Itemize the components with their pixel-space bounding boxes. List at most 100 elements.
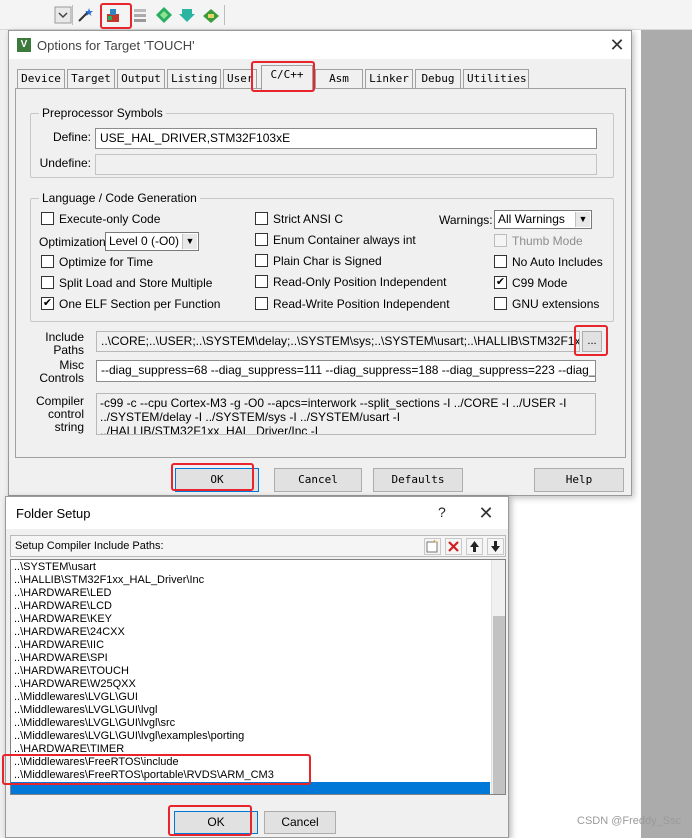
help-button[interactable]: Help [534, 468, 624, 492]
board-icon[interactable] [202, 6, 220, 24]
tab-utilities[interactable]: Utilities [463, 69, 529, 89]
tab-user[interactable]: User [223, 69, 257, 89]
folder-ok-button[interactable]: OK [174, 811, 258, 834]
include-paths-label: Include Paths [45, 330, 84, 357]
options-dialog: V Options for Target 'TOUCH' ✕ Device Ta… [8, 30, 632, 496]
include-paths-list[interactable]: ..\SYSTEM\usart ..\HALLIB\STM32F1xx_HAL_… [10, 559, 506, 795]
tab-output[interactable]: Output [117, 69, 165, 89]
folder-cancel-button[interactable]: Cancel [264, 811, 336, 834]
background-workspace [641, 30, 692, 838]
magic-wand-icon[interactable] [76, 6, 94, 24]
optimization-select[interactable]: Level 0 (-O0) ▼ [105, 232, 199, 251]
tab-listing[interactable]: Listing [167, 69, 221, 89]
tab-c-cpp[interactable]: C/C++ [261, 65, 313, 90]
optimization-value: Level 0 (-O0) [109, 234, 180, 248]
options-dialog-titlebar: V Options for Target 'TOUCH' ✕ [9, 31, 631, 59]
enum-container-checkbox[interactable] [255, 233, 268, 246]
green-diamond-icon[interactable] [155, 6, 173, 24]
split-load-checkbox[interactable] [41, 276, 54, 289]
ro-pi-checkbox[interactable] [255, 275, 268, 288]
keil-app-icon: V [17, 38, 31, 52]
thumb-mode-label: Thumb Mode [512, 234, 583, 248]
options-for-target-icon[interactable] [104, 6, 122, 24]
stack-icon[interactable] [131, 6, 149, 24]
chevron-down-icon: ▼ [182, 234, 197, 249]
no-auto-includes-checkbox[interactable] [494, 255, 507, 268]
warnings-select[interactable]: All Warnings ▼ [494, 210, 592, 229]
include-paths-input[interactable]: ..\CORE;..\USER;..\SYSTEM\delay;..\SYSTE… [96, 331, 580, 352]
include-paths-header-label: Setup Compiler Include Paths: [15, 540, 164, 552]
close-icon[interactable]: ✕ [607, 35, 627, 55]
tab-target[interactable]: Target [67, 69, 115, 89]
c99-mode-checkbox[interactable]: ✔ [494, 276, 507, 289]
gnu-ext-checkbox[interactable] [494, 297, 507, 310]
close-icon[interactable]: ✕ [476, 503, 496, 523]
new-folder-icon[interactable] [424, 538, 441, 555]
list-item[interactable]: ..\HARDWARE\SPI [14, 652, 108, 665]
rw-pi-label: Read-Write Position Independent [273, 297, 450, 311]
list-item[interactable]: ..\Middlewares\LVGL\GUI\lvgl [14, 704, 157, 717]
list-item[interactable]: ..\HARDWARE\IIC [14, 639, 104, 652]
list-item[interactable]: ..\Middlewares\LVGL\GUI\lvgl\src [14, 717, 175, 730]
defaults-button[interactable]: Defaults [373, 468, 463, 492]
list-item[interactable]: ..\HARDWARE\LCD [14, 600, 112, 613]
misc-controls-label: Misc Controls [39, 358, 84, 385]
rw-pi-checkbox[interactable] [255, 297, 268, 310]
list-item[interactable]: ..\HARDWARE\TOUCH [14, 665, 129, 678]
list-item[interactable]: ..\Middlewares\LVGL\GUI\lvgl\examples\po… [14, 730, 244, 743]
gnu-ext-label: GNU extensions [512, 297, 600, 311]
chevron-down-icon: ▼ [575, 212, 590, 227]
help-icon[interactable]: ? [438, 504, 446, 520]
download-arrow-icon[interactable] [178, 6, 196, 24]
move-up-icon[interactable] [466, 538, 483, 555]
plain-char-checkbox[interactable] [255, 254, 268, 267]
preprocessor-group: Preprocessor Symbols Define: USE_HAL_DRI… [30, 106, 614, 178]
list-item[interactable]: ..\HARDWARE\24CXX [14, 626, 125, 639]
tab-linker[interactable]: Linker [365, 69, 413, 89]
misc-controls-input[interactable]: --diag_suppress=68 --diag_suppress=111 -… [96, 360, 596, 382]
list-item-selected[interactable] [11, 782, 490, 794]
define-input[interactable]: USE_HAL_DRIVER,STM32F103xE [95, 128, 597, 149]
tab-asm[interactable]: Asm [315, 69, 363, 89]
optimize-time-checkbox[interactable] [41, 255, 54, 268]
list-item[interactable]: ..\Middlewares\FreeRTOS\portable\RVDS\AR… [14, 769, 274, 782]
include-paths-header: Setup Compiler Include Paths: [10, 535, 506, 557]
execute-only-checkbox[interactable] [41, 212, 54, 225]
list-item[interactable]: ..\HARDWARE\LED [14, 587, 111, 600]
undefine-input[interactable] [95, 154, 597, 175]
watermark: CSDN @Freddy_Ssc [577, 815, 682, 827]
main-toolbar [0, 0, 692, 30]
list-scrollbar[interactable] [491, 560, 505, 794]
list-item[interactable]: ..\HALLIB\STM32F1xx_HAL_Driver\Inc [14, 574, 204, 587]
delete-icon[interactable] [445, 538, 462, 555]
list-scrollbar-thumb[interactable] [493, 616, 505, 794]
no-auto-includes-label: No Auto Includes [512, 255, 603, 269]
tab-debug[interactable]: Debug [415, 69, 461, 89]
include-paths-browse-button[interactable]: ... [582, 331, 602, 352]
list-item[interactable]: ..\Middlewares\LVGL\GUI [14, 691, 138, 704]
undefine-label: Undefine: [39, 156, 91, 170]
tab-device[interactable]: Device [17, 69, 65, 89]
list-item[interactable]: ..\HARDWARE\KEY [14, 613, 112, 626]
list-item[interactable]: ..\SYSTEM\usart [14, 561, 96, 574]
folder-setup-title: Folder Setup [16, 506, 91, 521]
warnings-value: All Warnings [498, 212, 565, 226]
one-elf-checkbox[interactable]: ✔ [41, 297, 54, 310]
optimization-label: Optimization: [39, 235, 110, 249]
preprocessor-group-label: Preprocessor Symbols [39, 106, 166, 120]
cancel-button[interactable]: Cancel [274, 468, 362, 492]
dropdown-arrow-icon[interactable] [54, 6, 72, 24]
list-item[interactable]: ..\HARDWARE\W25QXX [14, 678, 136, 691]
list-item[interactable]: ..\Middlewares\FreeRTOS\include [14, 756, 179, 769]
language-group: Language / Code Generation Execute-only … [30, 191, 614, 322]
ro-pi-label: Read-Only Position Independent [273, 275, 447, 289]
strict-ansi-checkbox[interactable] [255, 212, 268, 225]
split-load-label: Split Load and Store Multiple [59, 276, 213, 290]
thumb-mode-checkbox [494, 234, 507, 247]
move-down-icon[interactable] [487, 538, 504, 555]
ok-button[interactable]: OK [175, 468, 259, 492]
list-item[interactable]: ..\HARDWARE\TIMER [14, 743, 124, 756]
one-elf-label: One ELF Section per Function [59, 297, 221, 311]
enum-container-label: Enum Container always int [273, 233, 416, 247]
options-dialog-title: Options for Target 'TOUCH' [37, 38, 195, 53]
